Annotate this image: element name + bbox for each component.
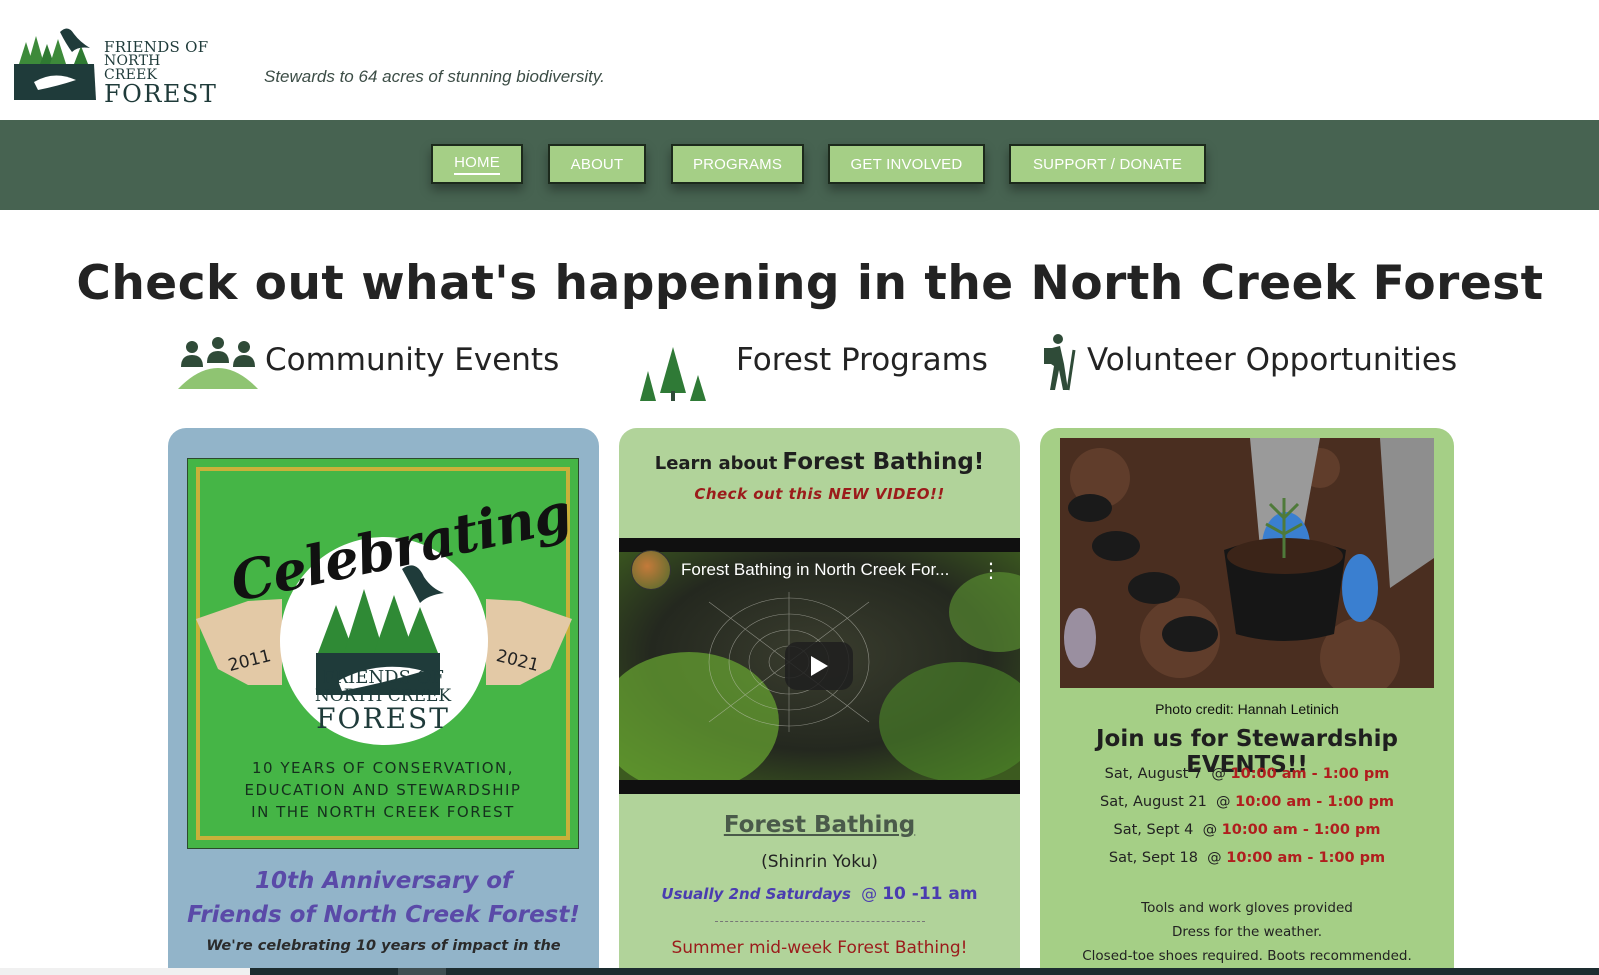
event-at: @: [1211, 766, 1226, 782]
event-at: @: [1216, 794, 1231, 810]
stewardship-photo: [1060, 438, 1434, 688]
anniversary-heading-line-1[interactable]: 10th Anniversary of: [168, 868, 599, 894]
event-time: 10:00 am - 1:00 pm: [1226, 850, 1386, 866]
nav-home[interactable]: HOME: [431, 144, 523, 184]
event-row: Sat, August 21 @ 10:00 am - 1:00 pm: [1040, 794, 1454, 810]
event-date: Sat, Sept 4: [1113, 822, 1194, 838]
logo-line-3: FOREST: [104, 80, 218, 108]
nav-programs[interactable]: PROGRAMS: [671, 144, 804, 184]
schedule-time: 10 -11 am: [882, 884, 978, 904]
photo-credit: Photo credit: Hannah Letinich: [1155, 701, 1339, 717]
site-logo[interactable]: FRIENDS OF NORTH CREEK FOREST: [14, 24, 216, 106]
nav-about-label: ABOUT: [570, 155, 624, 173]
nav-programs-label: PROGRAMS: [692, 155, 783, 173]
note-shoes: Closed-toe shoes required. Boots recomme…: [1082, 948, 1412, 964]
people-group-icon: [178, 337, 258, 389]
scrollbar-track-light: [0, 968, 250, 975]
badge-logo-line-3: FOREST: [316, 702, 450, 735]
badge-logo-line-1: FRIENDS OF: [322, 667, 444, 688]
main-nav: HOME ABOUT PROGRAMS GET INVOLVED SUPPORT…: [0, 120, 1599, 210]
badge-caption-line-1: 10 YEARS OF CONSERVATION,: [251, 759, 515, 777]
site-tagline: Stewards to 64 acres of stunning biodive…: [264, 67, 605, 86]
category-volunteer-opportunities[interactable]: Volunteer Opportunities: [1087, 342, 1457, 378]
planting-photo: [1060, 438, 1434, 688]
channel-avatar[interactable]: [631, 550, 671, 590]
scrollbar-thumb[interactable]: [398, 968, 446, 975]
dashed-divider: [715, 921, 925, 922]
anniversary-heading-line-2[interactable]: Friends of North Creek Forest!: [168, 902, 599, 928]
forest-logo-icon: [14, 28, 96, 100]
schedule-at: @: [861, 884, 878, 903]
logo-wordmark: FRIENDS OF NORTH CREEK FOREST: [104, 38, 218, 108]
badge-caption-line-3: IN THE NORTH CREEK FOREST: [251, 803, 515, 821]
badge-caption: 10 YEARS OF CONSERVATION, EDUCATION AND …: [188, 757, 578, 823]
event-row: Sat, August 7 @ 10:00 am - 1:00 pm: [1040, 766, 1454, 782]
event-date: Sat, Sept 18: [1108, 850, 1198, 866]
shinrin-yoku-subheading: (Shinrin Yoku): [761, 852, 878, 872]
note-weather: Dress for the weather.: [1172, 924, 1322, 940]
forest-bathing-schedule: Usually 2nd Saturdays @ 10 -11 am: [619, 884, 1020, 904]
nav-about[interactable]: ABOUT: [548, 144, 646, 184]
forest-bathing-intro: Learn about Forest Bathing!: [619, 449, 1020, 475]
learn-prefix: Learn about: [654, 453, 778, 474]
nav-support-donate[interactable]: SUPPORT / DONATE: [1009, 144, 1206, 184]
anniversary-badge-image[interactable]: Celebrating 2011 2021 FRIENDS OF NORTH C…: [187, 458, 579, 849]
summer-forest-bathing: Summer mid-week Forest Bathing!: [671, 938, 968, 958]
event-row: Sat, Sept 18 @ 10:00 am - 1:00 pm: [1040, 850, 1454, 866]
nav-home-label: HOME: [454, 154, 500, 175]
category-community-events[interactable]: Community Events: [265, 342, 559, 378]
logo-line-1: FRIENDS OF: [104, 38, 209, 56]
forest-bathing-heading[interactable]: Forest Bathing: [619, 812, 1020, 838]
nav-get-involved-label: GET INVOLVED: [850, 155, 963, 173]
event-time: 10:00 am - 1:00 pm: [1235, 794, 1394, 810]
event-date: Sat, August 21: [1100, 794, 1207, 810]
category-forest-programs[interactable]: Forest Programs: [736, 342, 988, 378]
trees-icon: [640, 347, 706, 401]
nav-support-donate-label: SUPPORT / DONATE: [1032, 155, 1183, 173]
new-video-note: Check out this NEW VIDEO!!: [694, 485, 945, 503]
play-icon: [811, 656, 828, 676]
note-tools: Tools and work gloves provided: [1141, 900, 1353, 916]
event-at: @: [1207, 850, 1222, 866]
site-header: FRIENDS OF NORTH CREEK FOREST Stewards t…: [0, 0, 1599, 120]
nav-get-involved[interactable]: GET INVOLVED: [828, 144, 985, 184]
horizontal-scrollbar[interactable]: [0, 968, 1599, 975]
event-date: Sat, August 7: [1104, 766, 1203, 782]
logo-line-2: NORTH CREEK: [104, 53, 161, 83]
more-options-icon[interactable]: ⋮: [981, 560, 1001, 580]
badge-caption-line-2: EDUCATION AND STEWARDSHIP: [244, 781, 522, 799]
hiker-icon: [1044, 334, 1076, 391]
schedule-days: Usually 2nd Saturdays: [661, 885, 851, 903]
learn-title: Forest Bathing!: [782, 449, 985, 475]
video-title[interactable]: Forest Bathing in North Creek For...: [681, 560, 949, 580]
event-time: 10:00 am - 1:00 pm: [1221, 822, 1381, 838]
event-time: 10:00 am - 1:00 pm: [1230, 766, 1390, 782]
badge-logo-text: FRIENDS OF NORTH CREEK FOREST: [188, 669, 578, 733]
anniversary-subtext: We're celebrating 10 years of impact in …: [206, 938, 561, 954]
event-row: Sat, Sept 4 @ 10:00 am - 1:00 pm: [1040, 822, 1454, 838]
video-player[interactable]: Forest Bathing in North Creek For... ⋮: [619, 538, 1020, 794]
page-title: Check out what's happening in the North …: [76, 256, 1544, 311]
event-at: @: [1202, 822, 1218, 838]
play-button[interactable]: [785, 642, 853, 690]
